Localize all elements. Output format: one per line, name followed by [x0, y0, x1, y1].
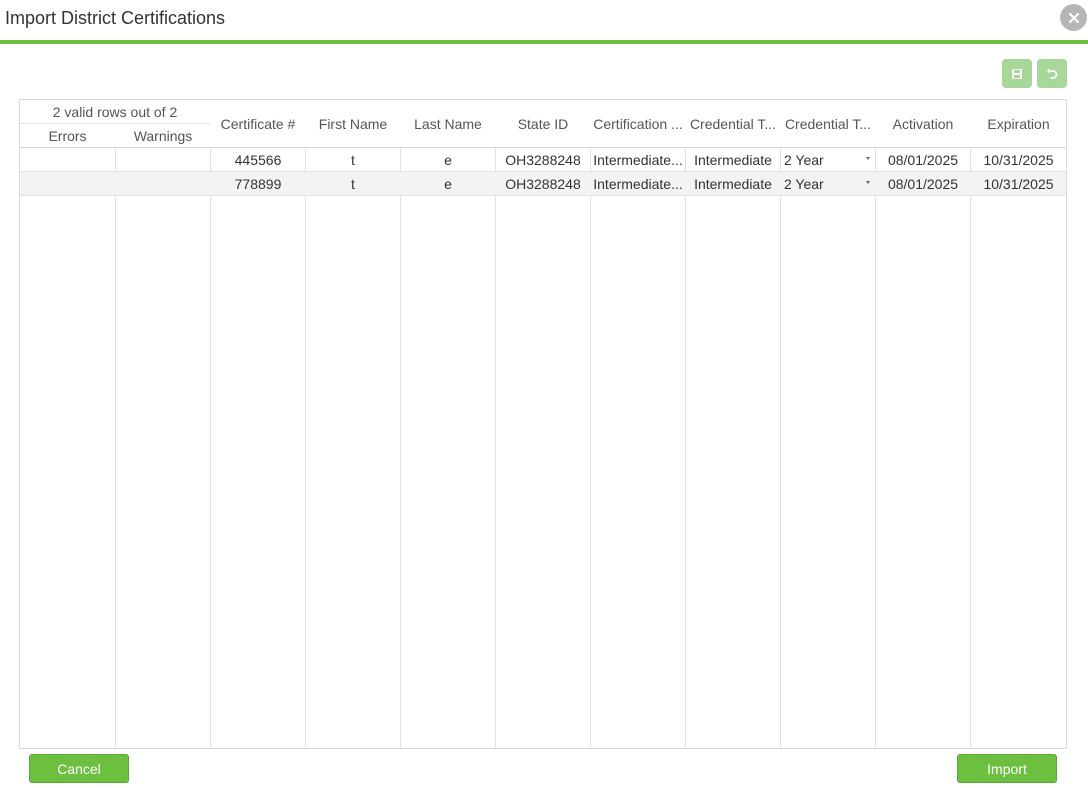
cell-credential-term-dropdown[interactable]: 2 Year: [781, 172, 875, 195]
save-icon: [1012, 68, 1022, 79]
column-header-first-name[interactable]: First Name: [306, 100, 400, 147]
certifications-grid: 2 valid rows out of 2 Errors Warnings Ce…: [19, 99, 1067, 749]
cell-warnings[interactable]: [116, 172, 210, 195]
close-icon: [1068, 12, 1079, 23]
chevron-down-icon[interactable]: [866, 181, 870, 184]
column-header-credential-term[interactable]: Credential T...: [781, 100, 875, 147]
validation-summary: 2 valid rows out of 2: [20, 100, 210, 124]
column-header-certificate[interactable]: Certificate #: [211, 100, 305, 147]
column-header-state-id[interactable]: State ID: [496, 100, 590, 147]
credential-term-value: 2 Year: [784, 151, 824, 168]
cell-first-name[interactable]: t: [306, 148, 400, 171]
cell-expiration[interactable]: 10/31/2025: [971, 172, 1066, 195]
cell-expiration[interactable]: 10/31/2025: [971, 148, 1066, 171]
cell-errors[interactable]: [20, 172, 115, 195]
dialog-titlebar: Import District Certifications: [0, 0, 1088, 44]
column-divider: [685, 100, 686, 748]
credential-term-value: 2 Year: [784, 175, 824, 192]
cell-credential-term-dropdown[interactable]: 2 Year: [781, 148, 875, 171]
save-button[interactable]: [1002, 59, 1032, 88]
import-button[interactable]: Import: [957, 754, 1057, 783]
table-row[interactable]: 445566 t e OH3288248 Intermediate... Int…: [20, 148, 1066, 172]
column-divider: [495, 100, 496, 748]
cell-credential-type[interactable]: Intermediate: [686, 148, 780, 171]
cell-certification[interactable]: Intermediate...: [591, 148, 685, 171]
column-header-warnings[interactable]: Warnings: [116, 124, 210, 147]
column-header-activation[interactable]: Activation: [876, 100, 970, 147]
table-row[interactable]: 778899 t e OH3288248 Intermediate... Int…: [20, 172, 1066, 196]
column-divider: [590, 100, 591, 748]
cell-first-name[interactable]: t: [306, 172, 400, 195]
cell-certification[interactable]: Intermediate...: [591, 172, 685, 195]
cell-state-id[interactable]: OH3288248: [496, 148, 590, 171]
cell-credential-type[interactable]: Intermediate: [686, 172, 780, 195]
chevron-down-icon[interactable]: [866, 157, 870, 160]
column-divider: [400, 100, 401, 748]
cell-activation[interactable]: 08/01/2025: [876, 172, 970, 195]
cell-certificate[interactable]: 445566: [211, 148, 305, 171]
close-button[interactable]: [1060, 4, 1087, 31]
grid-header: 2 valid rows out of 2 Errors Warnings Ce…: [20, 100, 1066, 148]
cancel-button[interactable]: Cancel: [29, 754, 129, 783]
column-divider: [875, 100, 876, 748]
cell-state-id[interactable]: OH3288248: [496, 172, 590, 195]
dialog-title: Import District Certifications: [5, 8, 226, 28]
column-divider: [210, 100, 211, 748]
undo-button[interactable]: [1037, 59, 1067, 88]
column-header-last-name[interactable]: Last Name: [401, 100, 495, 147]
cell-last-name[interactable]: e: [401, 148, 495, 171]
undo-icon: [1047, 68, 1058, 79]
cell-last-name[interactable]: e: [401, 172, 495, 195]
column-header-errors[interactable]: Errors: [20, 124, 115, 147]
column-divider: [115, 100, 116, 748]
cell-errors[interactable]: [20, 148, 115, 171]
column-divider: [305, 100, 306, 748]
column-divider: [780, 100, 781, 748]
column-header-credential-type[interactable]: Credential T...: [686, 100, 780, 147]
column-header-expiration[interactable]: Expiration: [971, 100, 1066, 147]
column-divider: [970, 100, 971, 748]
cell-certificate[interactable]: 778899: [211, 172, 305, 195]
cell-activation[interactable]: 08/01/2025: [876, 148, 970, 171]
column-header-certification[interactable]: Certification ...: [591, 100, 685, 147]
cell-warnings[interactable]: [116, 148, 210, 171]
